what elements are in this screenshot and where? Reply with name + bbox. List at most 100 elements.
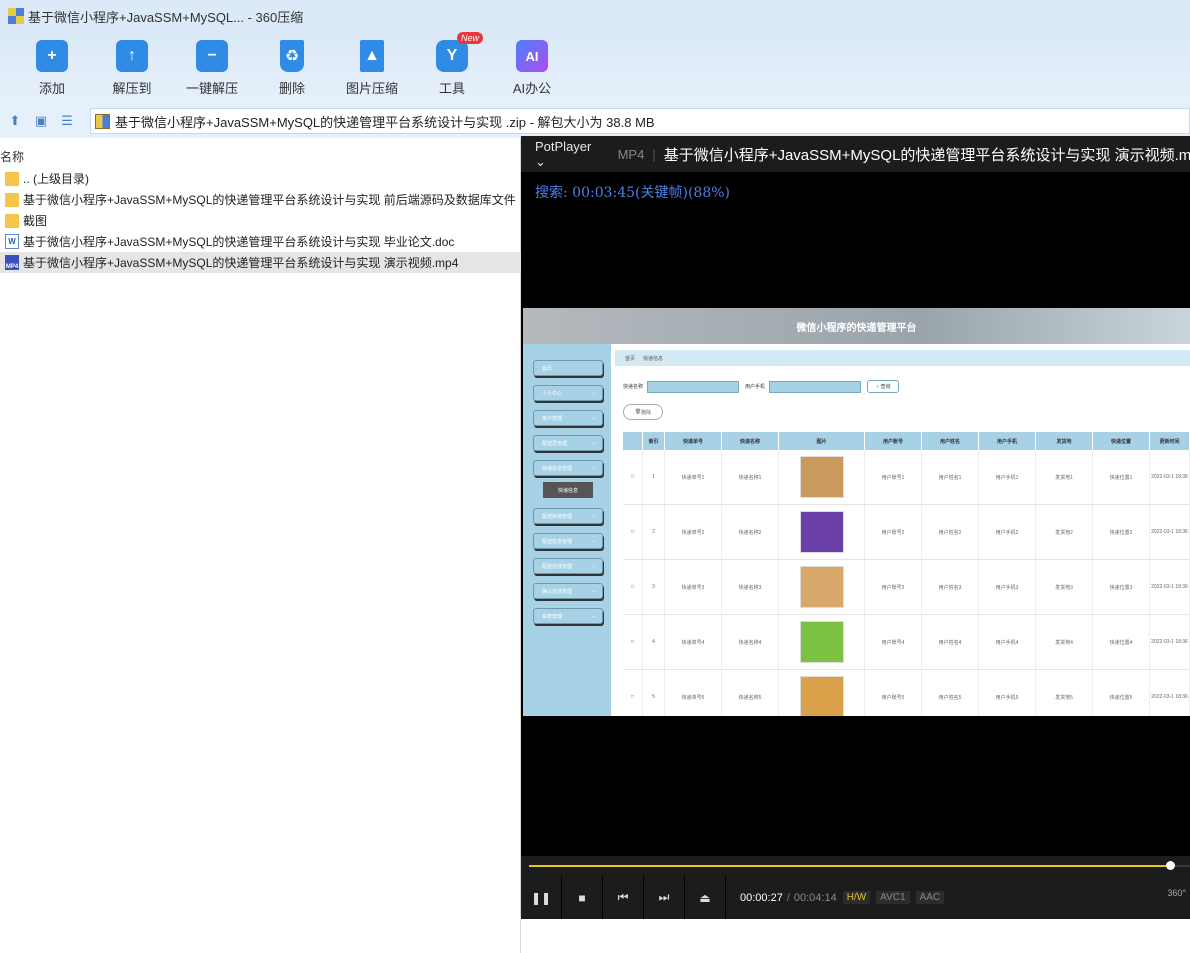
video-table-cell: 快递名称1 — [722, 450, 779, 504]
vr-360-icon[interactable]: 360° — [1167, 888, 1186, 898]
video-menu-item: 配送快递管理 ⌄ — [533, 508, 603, 524]
list-item-parent-dir[interactable]: .. (上级目录) — [0, 168, 521, 189]
video-menu-item: 配送信息管理 ⌄ — [533, 533, 603, 549]
potplayer-window: PotPlayer ⌄ MP4 | 基于微信小程序+JavaSSM+MySQL的… — [521, 136, 1190, 919]
video-table-cell: 快递名称3 — [722, 560, 779, 614]
player-title-bar: PotPlayer ⌄ MP4 | 基于微信小程序+JavaSSM+MySQL的… — [521, 136, 1190, 172]
video-frame[interactable]: 微信小程序的快递管理平台 首页 个人中心 ⌄ 用户管理 ⌄ 配送员管理 ⌄ 快递信息管… — [523, 308, 1190, 716]
video-table-cell: 用户账号1 — [865, 450, 922, 504]
list-item-thesis-doc[interactable]: W 基于微信小程序+JavaSSM+MySQL的快递管理平台系统设计与实现 毕业… — [0, 231, 521, 252]
pause-icon[interactable]: ❚❚ — [521, 876, 562, 919]
delete-button[interactable]: ♻ 删除 — [252, 32, 332, 104]
video-table-header: 图片 — [779, 432, 865, 450]
video-row-checkbox: □ — [623, 450, 643, 504]
video-row-checkbox: □ — [623, 560, 643, 614]
package-image — [799, 511, 844, 553]
video-table-cell: 2022-03-1 18:36 — [1150, 505, 1190, 559]
video-table-cell: 用户账号3 — [865, 560, 922, 614]
seek-knob[interactable] — [1166, 861, 1176, 870]
video-table-header: 更新时间 — [1150, 432, 1190, 450]
video-table-cell: 用户手机4 — [979, 615, 1036, 669]
eject-icon[interactable]: ⏏ — [685, 876, 726, 919]
video-menu-item: 配送员管理 ⌄ — [533, 435, 603, 451]
video-table-cell: 2022-03-1 18:36 — [1150, 450, 1190, 504]
time-total: 00:04:14 — [793, 891, 837, 904]
video-codec-tag[interactable]: AVC1 — [876, 891, 910, 904]
video-table-cell: 快递名称4 — [722, 615, 779, 669]
video-submenu-item: 快递信息 — [543, 482, 593, 498]
format-label: MP4 — [617, 146, 645, 162]
zip-app-icon — [8, 8, 24, 24]
folder-icon — [5, 213, 19, 228]
video-row-image — [779, 505, 865, 559]
video-table-cell: 快递单号2 — [665, 505, 722, 559]
title-bar: 基于微信小程序+JavaSSM+MySQL... - 360压缩 — [0, 0, 1190, 32]
player-title: 基于微信小程序+JavaSSM+MySQL的快递管理平台系统设计与实现 演示视频… — [663, 146, 1190, 164]
video-table-row: □ 5 快递单号5 快递名称5 用户账号5 用户姓名5 用户手机5 发货地5 快递位置5 2022… — [623, 670, 1190, 716]
audio-codec-tag[interactable]: AAC — [915, 891, 945, 904]
video-table-header: 快递单号 — [665, 432, 722, 450]
next-icon[interactable]: ⏭ — [644, 876, 685, 919]
toolbar: + 添加 ↑ 解压到 − 一键解压 ♻ 删除 ▲ 图片压缩 Y New 工具 A… — [0, 32, 1190, 104]
video-row-image — [779, 615, 865, 669]
folder-icon — [5, 192, 19, 207]
stop-icon[interactable]: ■ — [562, 876, 603, 919]
video-table-header: 快递名称 — [722, 432, 779, 450]
video-main: 首页 快递信息 快递名称 用户手机 ○ 查询 🗑 删除 索引 快递单号 快递名称 图片用… — [611, 344, 1190, 716]
video-sidebar: 首页 个人中心 ⌄ 用户管理 ⌄ 配送员管理 ⌄ 快递信息管理 ⌄ 快递信息 配送快递管… — [523, 344, 611, 716]
player-controls: ❚❚ ■ ⏮ ⏭ ⏏ 00:00:27 / 00:04:14 H/W AVC1 … — [521, 856, 1190, 919]
seek-bar[interactable] — [529, 861, 1190, 870]
package-image — [799, 676, 844, 716]
tools-button[interactable]: Y New 工具 — [412, 32, 492, 104]
ai-office-button[interactable]: AI AI办公 — [492, 32, 572, 104]
list-item-demo-video[interactable]: MP4 基于微信小程序+JavaSSM+MySQL的快递管理平台系统设计与实现 … — [0, 252, 521, 273]
video-row-checkbox: □ — [623, 615, 643, 669]
address-field[interactable]: 基于微信小程序+JavaSSM+MySQL的快递管理平台系统设计与实现 .zip… — [90, 108, 1190, 134]
video-table-cell: 快递位置5 — [1093, 670, 1150, 716]
video-table-cell: 2022-03-1 18:36 — [1150, 560, 1190, 614]
video-table-header — [623, 432, 643, 450]
video-table-cell: 用户账号2 — [865, 505, 922, 559]
video-table-cell: 快递单号4 — [665, 615, 722, 669]
image-compress-button[interactable]: ▲ 图片压缩 — [332, 32, 412, 104]
video-table-cell: 快递位置2 — [1093, 505, 1150, 559]
video-app-header: 微信小程序的快递管理平台 — [523, 308, 1190, 344]
extract-to-button[interactable]: ↑ 解压到 — [92, 32, 172, 104]
extract-one-icon: − — [196, 40, 228, 72]
one-click-extract-button[interactable]: − 一键解压 — [172, 32, 252, 104]
add-folder-icon: + — [36, 40, 68, 72]
video-table-row: □ 1 快递单号1 快递名称1 用户账号1 用户姓名1 用户手机1 发货地1 快递位置1 2022… — [623, 450, 1190, 505]
video-table-header: 用户姓名 — [922, 432, 979, 450]
recycle-bin-icon: ♻ — [280, 40, 304, 72]
video-menu-item: 首页 — [533, 360, 603, 376]
previous-icon[interactable]: ⏮ — [603, 876, 644, 919]
video-table-header: 用户手机 — [979, 432, 1036, 450]
package-image — [799, 566, 844, 608]
video-table-cell: 用户姓名2 — [922, 505, 979, 559]
thumbnail-view-icon[interactable]: ▣ — [30, 110, 52, 132]
video-menu-item: 配送完成管理 ⌄ — [533, 558, 603, 574]
video-row-checkbox: □ — [623, 670, 643, 716]
video-table-cell: 3 — [643, 560, 665, 614]
video-table-cell: 发货地1 — [1036, 450, 1093, 504]
add-button[interactable]: + 添加 — [12, 32, 92, 104]
video-table-cell: 发货地2 — [1036, 505, 1093, 559]
video-table-header: 发货地 — [1036, 432, 1093, 450]
column-header-name[interactable]: 名称 — [0, 148, 24, 165]
video-table-cell: 用户账号5 — [865, 670, 922, 716]
video-table-cell: 发货地5 — [1036, 670, 1093, 716]
video-delete-button: 🗑 删除 — [623, 404, 663, 420]
list-view-icon[interactable]: ☰ — [56, 110, 78, 132]
video-menu-item: 确认完成管理 ⌄ — [533, 583, 603, 599]
hw-decode-tag[interactable]: H/W — [842, 891, 871, 904]
address-bar: ⬆ ▣ ☰ 基于微信小程序+JavaSSM+MySQL的快递管理平台系统设计与实… — [0, 104, 1190, 138]
video-table-cell: 4 — [643, 615, 665, 669]
extract-folder-icon: ↑ — [116, 40, 148, 72]
list-item-source-folder[interactable]: 基于微信小程序+JavaSSM+MySQL的快递管理平台系统设计与实现 前后端源… — [0, 189, 521, 210]
up-arrow-icon[interactable]: ⬆ — [4, 110, 26, 132]
list-item-screenshots-folder[interactable]: 截图 — [0, 210, 521, 231]
potplayer-menu-button[interactable]: PotPlayer ⌄ — [521, 139, 604, 170]
seek-osd-message: 搜索: 00:03:45(关键帧)(88%) — [535, 185, 731, 201]
video-row-checkbox: □ — [623, 505, 643, 559]
file-list: 名称 .. (上级目录) 基于微信小程序+JavaSSM+MySQL的快递管理平… — [0, 138, 521, 953]
